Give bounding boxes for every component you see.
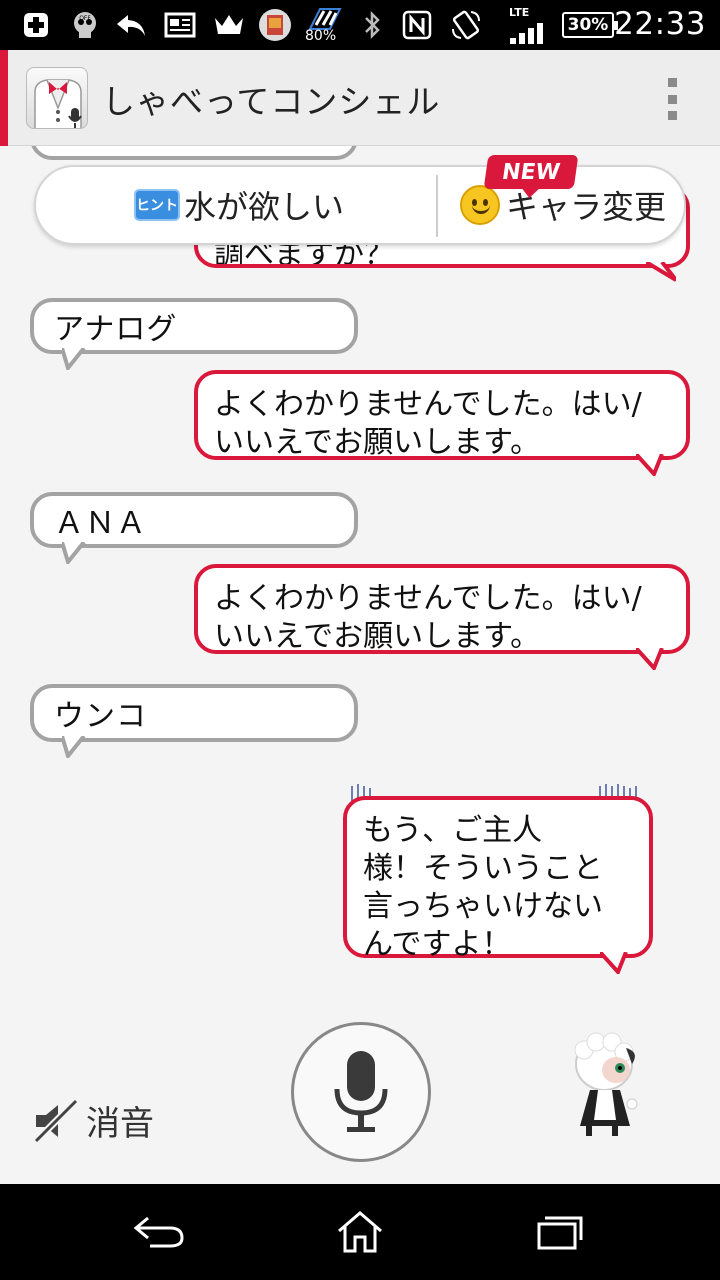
bubble-tail [636,454,664,476]
chat-bubble-bot: もう、ご主人 様！そういうこと 言っちゃいけない んですよ！ [343,796,653,962]
user-message-text: ウンコ [54,699,147,734]
smiley-icon [460,185,500,225]
sheep-maid-character[interactable] [568,1030,648,1140]
back-icon [133,1216,184,1248]
home-icon [338,1211,382,1253]
nav-recent-apps-button[interactable] [530,1204,590,1260]
chat-bubble-user: アナログ [30,298,358,354]
butler-mic-icon[interactable] [26,67,88,129]
accent-stripe [0,50,8,146]
nav-back-button[interactable] [128,1204,188,1260]
mute-button[interactable]: 消音 [32,1096,154,1145]
bot-message-line: 言っちゃいけない [363,889,603,924]
bubble-tail [62,348,86,370]
hint-text: 水が欲しい [184,188,345,226]
chat-bubble-user: ＡＮＡ [30,492,358,548]
chat-bubble-bot: よくわかりませんでした。はい/ いいえでお願いします。 [194,564,690,654]
bot-message-line: いいえでお願いします。 [214,619,541,654]
clock: 22:33 [614,6,706,42]
bot-message-line: んですよ！ [363,927,512,962]
app-screen: OFF 80% LTE 30% 22:33 しゃべってコンシェル 調べますか？ … [0,0,720,1280]
navigation-bar [0,1184,720,1280]
plus-icon [22,10,50,40]
bubble-tail [600,952,628,974]
crown-icon [212,10,246,40]
signal-icon [508,18,548,48]
speaker-muted-icon [33,1098,79,1143]
mute-label: 消音 [86,1104,154,1144]
nav-home-button[interactable] [330,1204,390,1260]
off-icon: OFF [70,10,100,40]
rotation-icon [450,10,482,40]
action-bar: しゃべってコンシェル [0,50,720,146]
microphone-button[interactable] [291,1022,431,1162]
news-icon [164,10,196,40]
microphone-icon [334,1051,388,1132]
battery-icon: 30% [562,12,618,38]
app-thumb-icon [258,9,292,41]
new-badge-label: NEW [500,159,562,185]
bot-message-line: よくわかりませんでした。はい/ [214,387,642,422]
hint-bar: ヒント 水が欲しい キャラ変更 NEW [34,155,686,245]
bot-message-line: 様！そういうこと [363,851,603,886]
status-bar: OFF 80% LTE 30% 22:33 [0,0,720,50]
chat-bubble-user: ウンコ [30,684,358,742]
chat-bubble-user-clipped [30,146,358,160]
app-title: しゃべってコンシェル [102,82,441,121]
bot-message-line: いいえでお願いします。 [214,425,541,460]
battery-percent: 30% [567,15,609,35]
bot-message-line: もう、ご主人 [363,813,543,848]
data-percent: 80% [305,28,337,44]
back-arrow-icon [114,10,148,40]
hint-divider [436,175,438,237]
bot-message-line: よくわかりませんでした。はい/ [214,581,642,616]
bubble-tail [62,542,86,564]
user-message-text: アナログ [54,312,178,347]
bubble-tail [636,648,664,670]
bubble-tail [646,262,676,282]
user-message-text: ＡＮＡ [54,506,147,541]
bubble-tail [62,736,86,758]
bluetooth-icon [362,10,382,40]
nfc-icon [402,10,432,40]
hint-badge: ヒント [134,189,180,221]
chat-bubble-bot: よくわかりませんでした。はい/ いいえでお願いします。 [194,370,690,460]
overflow-menu-icon[interactable] [664,78,680,120]
new-badge: NEW [483,155,579,189]
svg-text:OFF: OFF [79,15,91,22]
recent-apps-icon [537,1216,583,1250]
hint-button[interactable]: ヒント 水が欲しい [134,167,344,243]
